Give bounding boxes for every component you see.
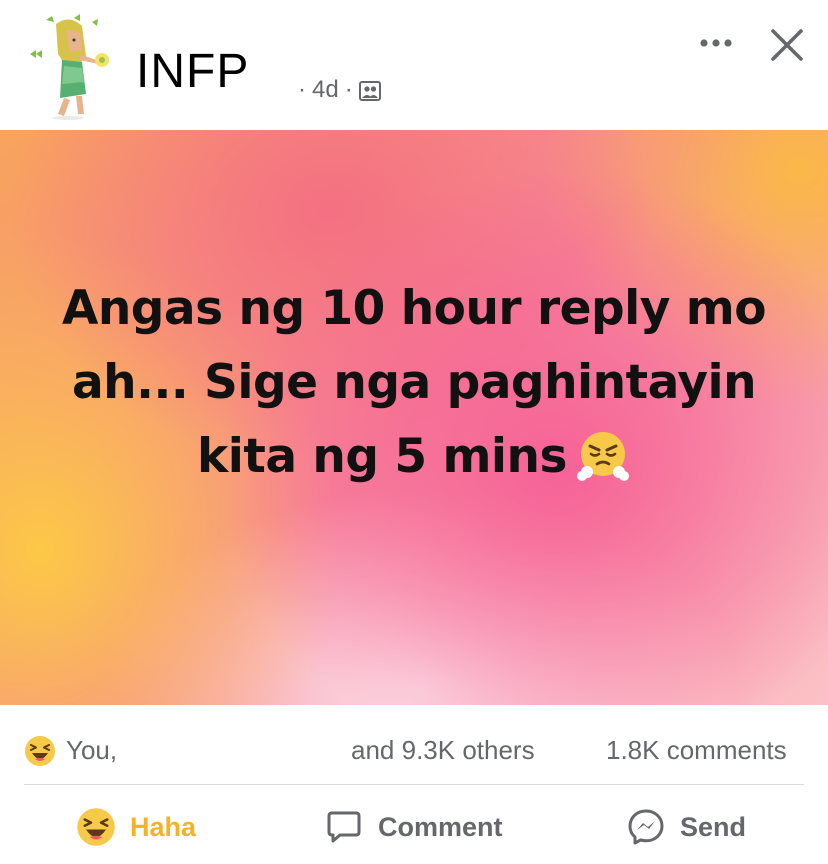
- more-button[interactable]: [694, 28, 738, 58]
- comment-button[interactable]: Comment: [324, 800, 503, 854]
- comments-count[interactable]: 1.8K comments: [606, 735, 787, 766]
- send-button[interactable]: Send: [626, 800, 746, 854]
- post-time[interactable]: 4d: [312, 76, 339, 104]
- post-header: INFP · 4d ·: [0, 0, 828, 130]
- haha-icon: [76, 807, 116, 847]
- reactions-others[interactable]: and 9.3K others: [351, 735, 535, 766]
- comment-icon: [324, 807, 364, 847]
- post-text-content: Angas ng 10 hour reply mo ah... Sige nga…: [61, 281, 767, 484]
- post-meta: · 4d ·: [298, 76, 381, 104]
- more-dots-icon: [700, 39, 732, 47]
- divider: [24, 784, 804, 785]
- close-icon: [771, 29, 803, 61]
- send-label: Send: [680, 811, 747, 842]
- haha-label: Haha: [130, 811, 197, 842]
- haha-button[interactable]: Haha: [76, 800, 196, 854]
- post-text: Angas ng 10 hour reply mo ah... Sige nga…: [60, 272, 768, 494]
- meta-separator: ·: [298, 76, 306, 103]
- close-button[interactable]: [768, 26, 806, 64]
- haha-reaction-icon[interactable]: [24, 735, 56, 767]
- reactions-summary: You, and 9.3K others 1.8K comments: [0, 705, 828, 785]
- meta-separator-2: ·: [344, 76, 353, 103]
- reactions-you[interactable]: You,: [66, 735, 117, 766]
- messenger-icon: [626, 807, 666, 847]
- post-background[interactable]: Angas ng 10 hour reply mo ah... Sige nga…: [0, 130, 828, 705]
- group-audience-icon: [358, 80, 381, 101]
- comment-label: Comment: [378, 811, 503, 842]
- page-avatar[interactable]: [22, 10, 114, 122]
- face-with-steam-emoji-icon: [575, 428, 631, 484]
- page-name[interactable]: INFP: [136, 44, 249, 99]
